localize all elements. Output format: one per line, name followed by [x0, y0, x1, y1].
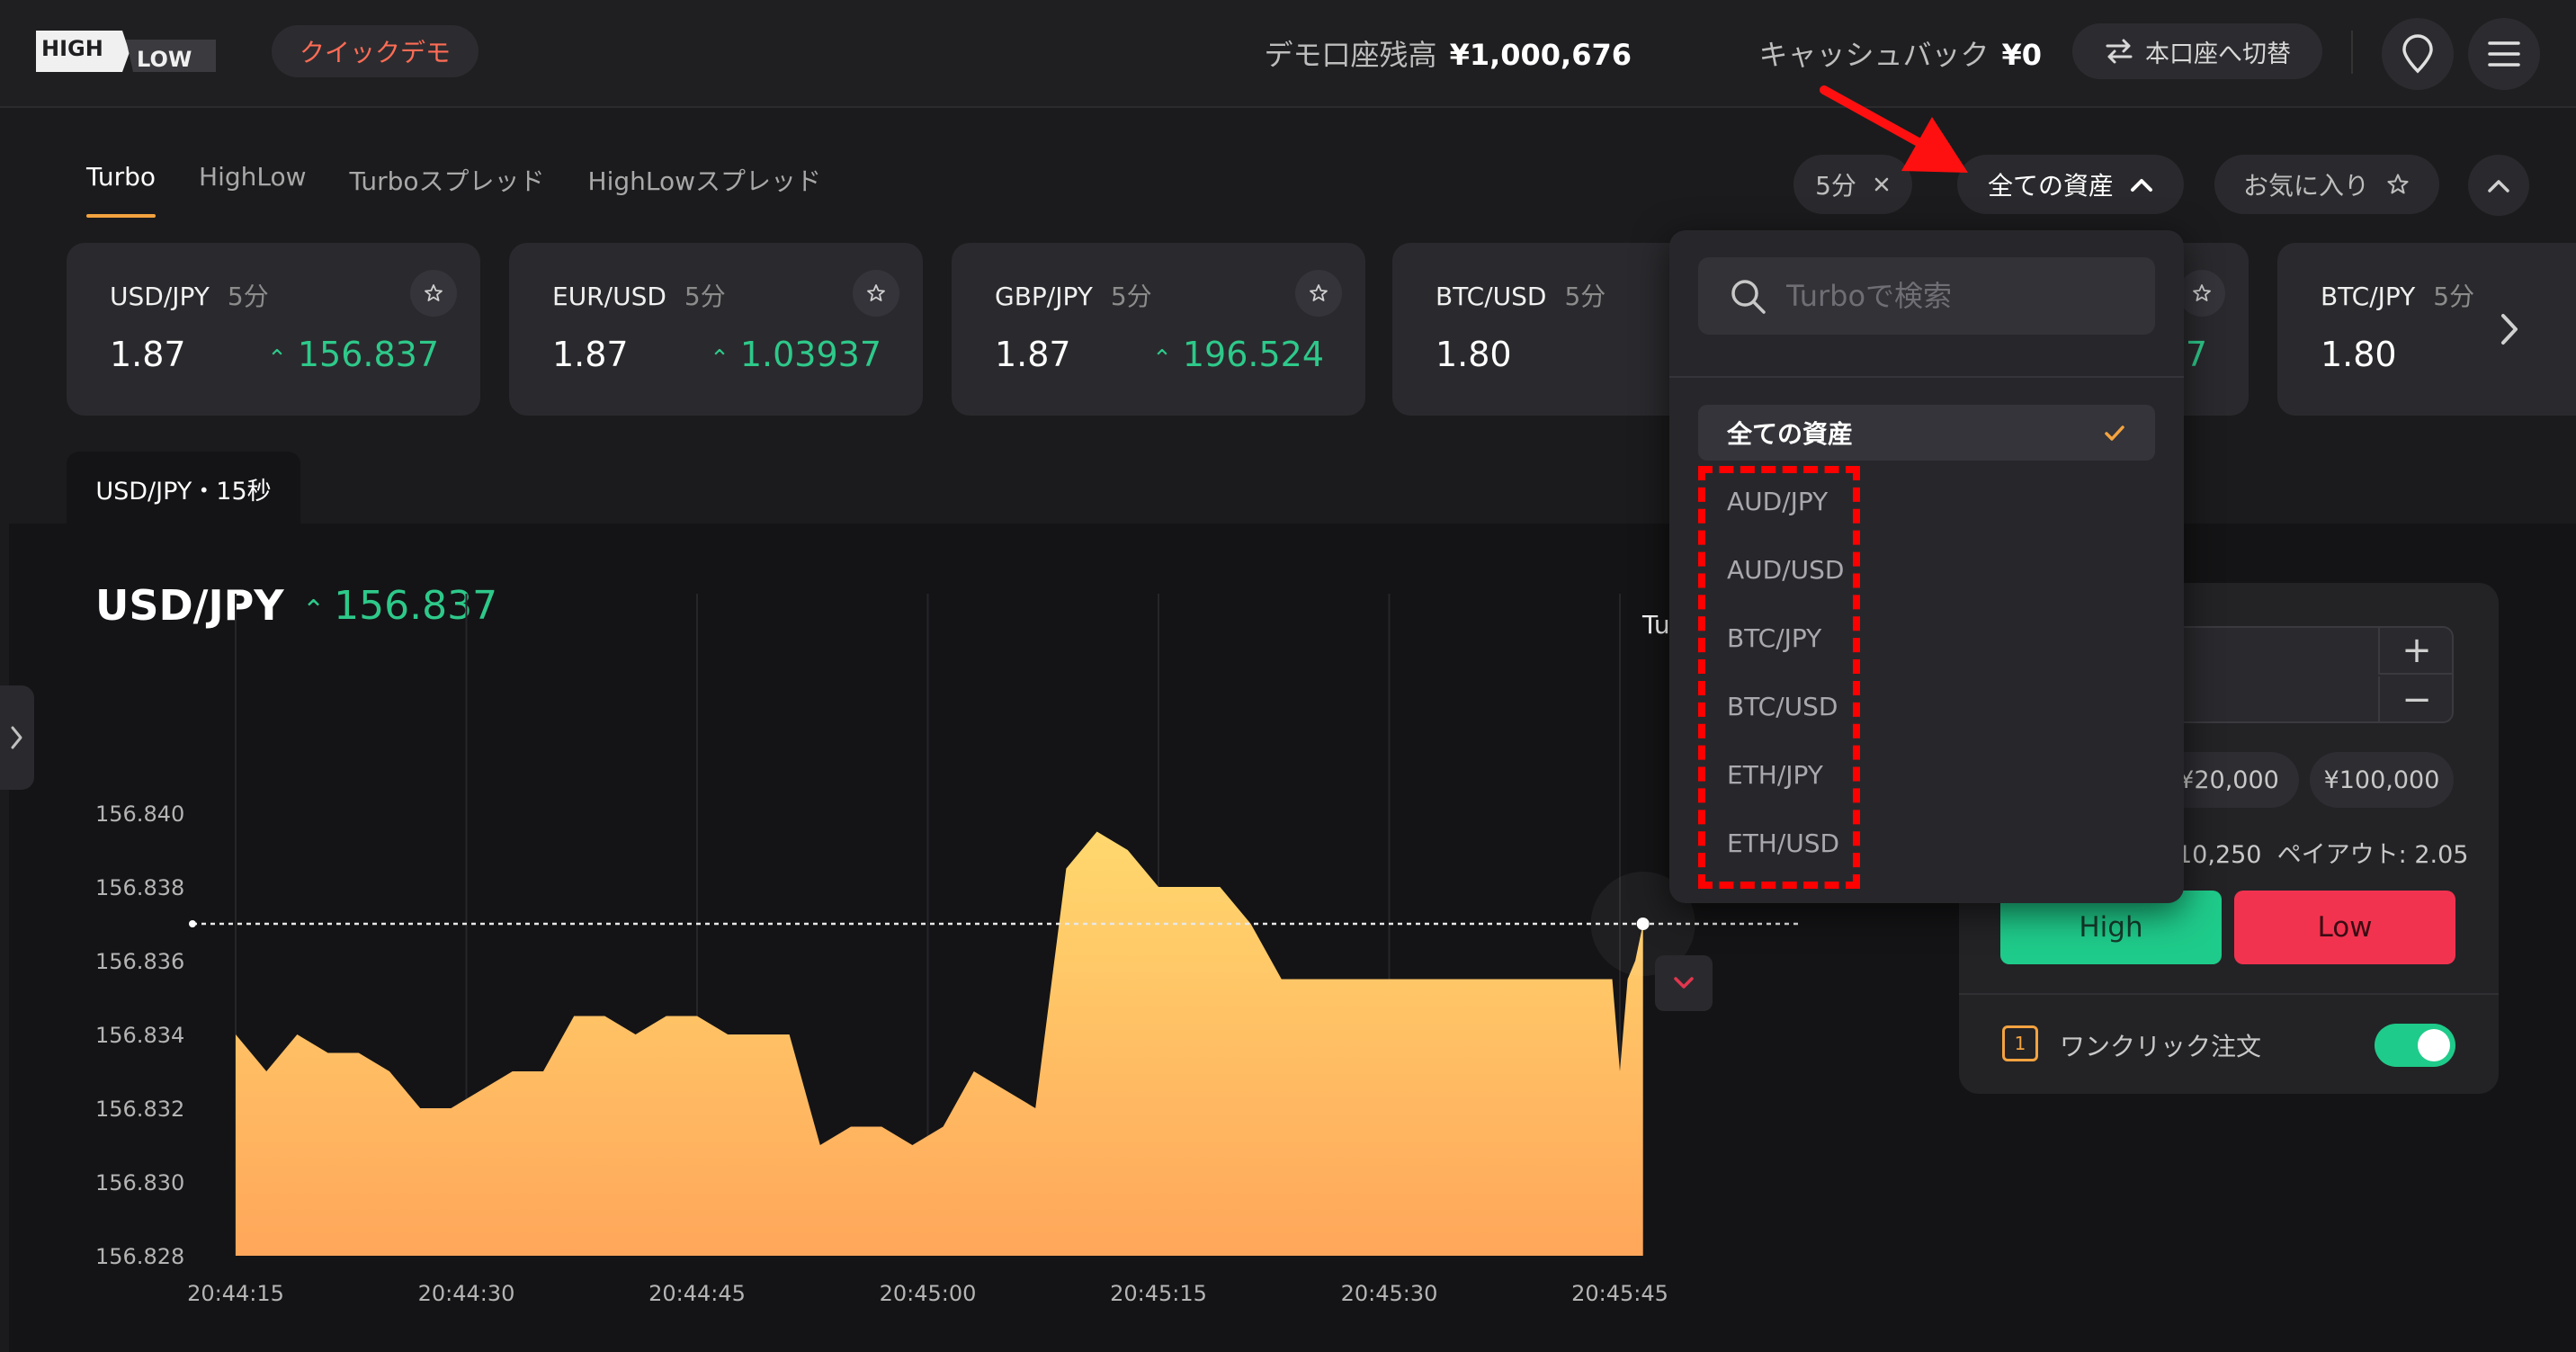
amount-input[interactable]: + −	[2159, 626, 2454, 723]
payout-amount: 10,250	[2177, 841, 2262, 869]
current-price-line-start	[189, 920, 196, 927]
chevron-down-icon	[1674, 977, 1694, 989]
dropdown-divider	[1669, 376, 2184, 378]
one-click-icon: 1	[2002, 1025, 2038, 1061]
y-tick-label: 156.828	[95, 1244, 184, 1269]
payout-rate: ペイアウト: 2.05	[2276, 841, 2469, 869]
check-icon	[2105, 425, 2124, 441]
annotation-highlight-box	[1698, 466, 1860, 889]
panel-divider	[1959, 993, 2499, 995]
one-click-label: ワンクリック注文	[2060, 1032, 2262, 1061]
asset-search-input[interactable]	[1786, 257, 2137, 335]
price-area-series	[236, 831, 1643, 1256]
low-button[interactable]: Low	[2234, 891, 2455, 964]
y-tick-label: 156.830	[95, 1170, 184, 1195]
search-icon	[1731, 280, 1766, 314]
amount-minus-button[interactable]: −	[2378, 676, 2454, 723]
x-tick-label: 20:45:00	[880, 1281, 977, 1306]
annotation-arrow-icon	[1820, 85, 1968, 173]
y-tick-label: 156.840	[95, 801, 184, 827]
amount-plus-button[interactable]: +	[2378, 628, 2454, 675]
chart-scroll-down-button[interactable]	[1655, 955, 1713, 1011]
y-tick-label: 156.834	[95, 1023, 184, 1048]
dropdown-item-label: 全ての資産	[1727, 419, 1854, 449]
x-tick-label: 20:44:45	[648, 1281, 746, 1306]
asset-search-box[interactable]	[1698, 257, 2155, 335]
x-tick-label: 20:45:45	[1571, 1281, 1668, 1306]
x-tick-label: 20:45:15	[1110, 1281, 1207, 1306]
y-tick-label: 156.838	[95, 875, 184, 900]
current-point-marker	[1636, 918, 1650, 930]
quick-amount-100000[interactable]: ¥100,000	[2310, 752, 2454, 808]
payout-info: 10,250 ペイアウト: 2.05	[2177, 835, 2468, 870]
y-tick-label: 156.832	[95, 1097, 184, 1122]
one-click-toggle[interactable]	[2375, 1024, 2455, 1067]
x-tick-label: 20:44:30	[418, 1281, 515, 1306]
x-tick-label: 20:44:15	[187, 1281, 284, 1306]
y-tick-label: 156.836	[95, 949, 184, 974]
x-tick-label: 20:45:30	[1341, 1281, 1438, 1306]
dropdown-item-all-assets[interactable]: 全ての資産	[1698, 405, 2155, 461]
